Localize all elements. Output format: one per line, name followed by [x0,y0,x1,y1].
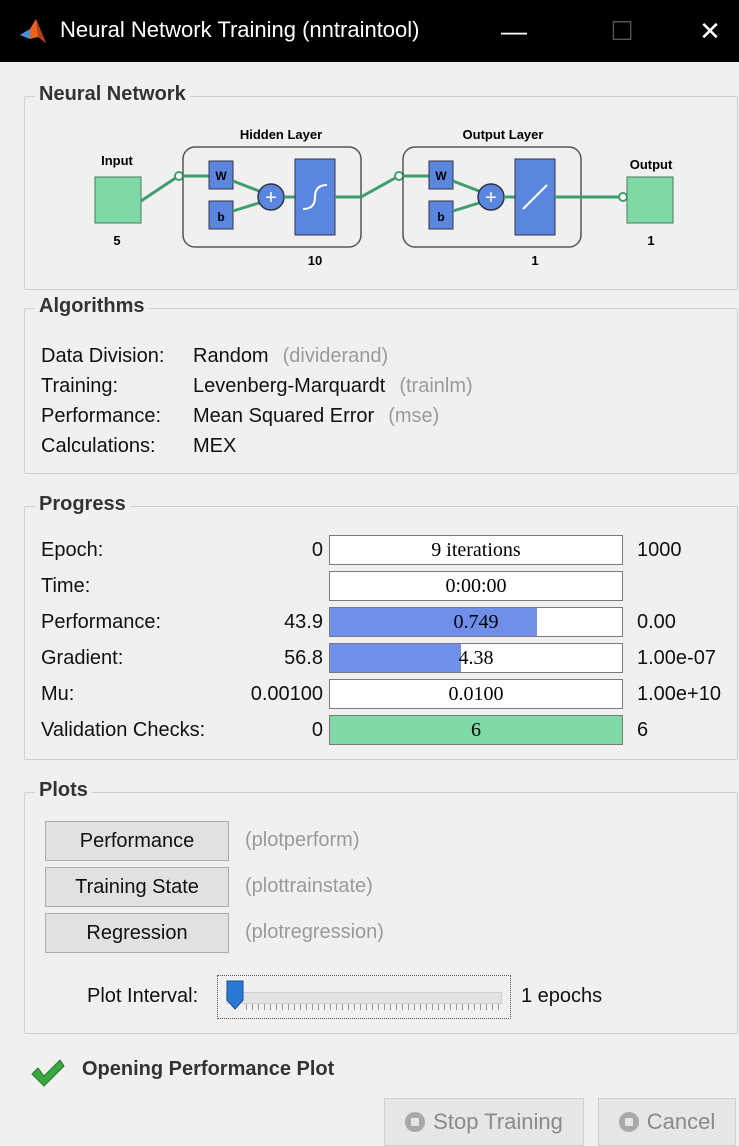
output-size: 1 [647,233,654,248]
progress-start: 43.9 [284,611,323,633]
hidden-layer-title: Hidden Layer [240,127,322,142]
plot-interval-slider[interactable] [217,975,511,1019]
training-state-plot-button[interactable]: Training State [45,867,229,907]
title-bar: Neural Network Training (nntraintool) — … [0,0,739,62]
progress-bar: 0.0100 [329,679,623,709]
status-message: Opening Performance Plot [82,1058,335,1080]
plot-function-label: (plotperform) [245,829,360,851]
cancel-button[interactable]: Cancel [598,1098,736,1146]
matlab-logo-icon [20,19,46,43]
progress-panel: Progress Epoch: 0 9 iterations 1000 Time… [24,493,738,760]
window-title: Neural Network Training (nntraintool) [60,17,420,42]
progress-end: 6 [637,719,649,741]
algorithm-value: Random [193,345,269,367]
progress-start: 0.00100 [250,683,323,705]
algorithm-value: Levenberg-Marquardt [193,375,386,397]
panel-title-progress: Progress [35,493,130,516]
maximize-button[interactable]: ☐ [600,10,644,52]
progress-row-gradient: Gradient: 56.8 4.38 1.00e-07 [41,641,731,675]
algorithm-label: Data Division: [41,345,165,367]
regression-plot-button[interactable]: Regression [45,913,229,953]
output-label: Output [630,157,673,172]
hidden-layer-size: 10 [308,253,322,268]
algorithm-value: Mean Squared Error [193,405,375,427]
progress-current: 9 iterations [431,539,521,561]
slider-thumb-icon[interactable] [226,980,244,1010]
progress-current: 6 [471,719,481,741]
panel-title-algorithms: Algorithms [35,295,149,318]
progress-bar: 0:00:00 [329,571,623,601]
progress-row-validation: Validation Checks: 0 6 6 [41,713,731,747]
network-diagram: Input 5 Hidden Layer W b + 10 Output Lay… [94,127,674,268]
performance-plot-button[interactable]: Performance [45,821,229,861]
svg-text:+: + [265,187,277,209]
progress-label: Gradient: [41,647,124,669]
minimize-button[interactable]: — [492,10,536,52]
output-weight-label: W [435,169,447,183]
progress-current: 4.38 [458,647,494,669]
progress-start: 0 [311,539,323,561]
algorithm-function: (trainlm) [399,375,473,397]
progress-label: Validation Checks: [41,719,206,741]
stop-training-button[interactable]: Stop Training [384,1098,584,1146]
algorithm-function: (mse) [388,405,440,427]
progress-label: Mu: [41,683,75,705]
algorithms-panel: Algorithms Data Division: Random (divider… [24,295,738,474]
plots-panel: Plots Performance (plotperform) Training… [24,779,738,1034]
svg-text:+: + [485,187,497,209]
plot-function-label: (plotregression) [245,921,384,943]
output-connector [618,192,628,202]
progress-bar: 4.38 [329,643,623,673]
slider-track [226,992,502,1004]
neural-network-panel: Neural Network Input 5 Hidden Layer W b … [24,83,738,290]
progress-row-time: Time: 0:00:00 [41,569,731,603]
checkmark-icon [31,1059,65,1087]
algorithm-value: MEX [193,435,237,457]
hidden-bias-label: b [217,210,224,224]
hidden-weight-label: W [215,169,227,183]
output-bias-label: b [437,210,444,224]
input-size: 5 [113,233,120,248]
stop-icon [405,1112,426,1132]
input-node [94,176,142,224]
plot-interval-value: 1 epochs [521,985,603,1007]
output-layer-title: Output Layer [463,127,544,142]
input-label: Input [101,153,133,168]
cancel-label: Cancel [646,1109,716,1134]
plot-function-label: (plottrainstate) [245,875,373,897]
progress-row-mu: Mu: 0.00100 0.0100 1.00e+10 [41,677,731,711]
progress-end: 0.00 [637,611,676,633]
progress-end: 1.00e-07 [637,647,716,669]
progress-label: Performance: [41,611,162,633]
algorithm-label: Training: [41,375,119,397]
panel-title-plots: Plots [35,779,92,802]
output-layer-size: 1 [531,253,538,268]
progress-bar: 0.749 [329,607,623,637]
hidden-output-connector [394,171,404,181]
progress-label: Time: [41,575,91,597]
progress-bar: 9 iterations [329,535,623,565]
progress-bar: 6 [329,715,623,745]
progress-row-performance: Performance: 43.9 0.749 0.00 [41,605,731,639]
input-connector [174,171,184,181]
progress-label: Epoch: [41,539,104,561]
progress-current: 0:00:00 [445,575,507,597]
output-node [626,176,674,224]
progress-current: 0.749 [453,611,499,633]
progress-start: 56.8 [284,647,323,669]
algorithm-function: (dividerand) [282,345,389,367]
progress-current: 0.0100 [448,683,504,705]
slider-ticks [246,1004,500,1010]
algorithm-label: Calculations: [41,435,156,457]
plot-interval-label: Plot Interval: [87,985,199,1007]
close-button[interactable]: ✕ [688,10,732,52]
cancel-icon [618,1112,639,1132]
algorithm-label: Performance: [41,405,162,427]
progress-row-epoch: Epoch: 0 9 iterations 1000 [41,533,731,567]
progress-end: 1000 [637,539,682,561]
stop-training-label: Stop Training [433,1109,563,1134]
progress-start: 0 [311,719,323,741]
progress-end: 1.00e+10 [637,683,721,705]
